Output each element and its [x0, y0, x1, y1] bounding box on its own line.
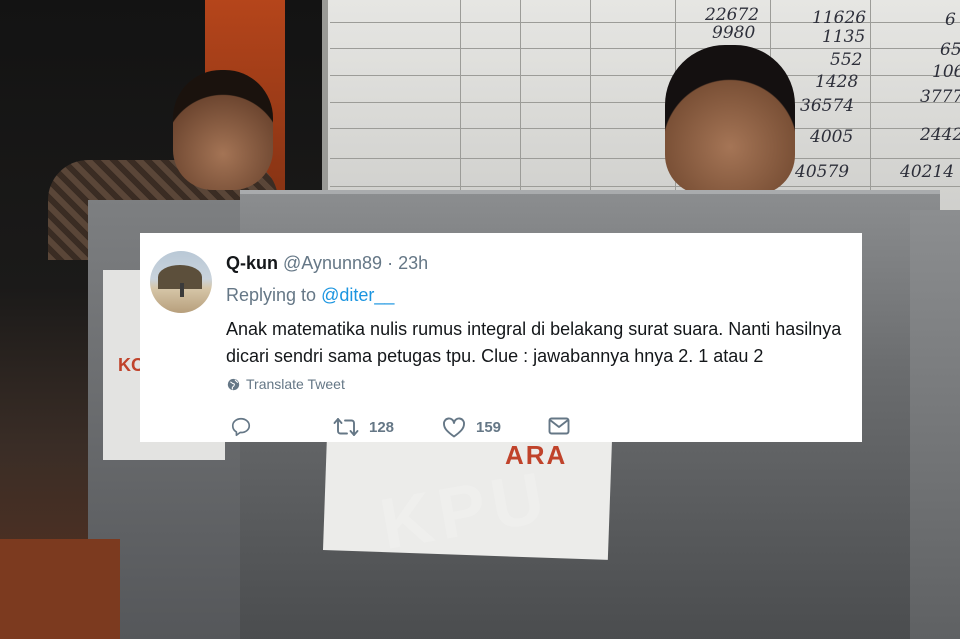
whiteboard-col — [460, 0, 461, 215]
avatar[interactable] — [150, 251, 212, 313]
whiteboard-col — [520, 0, 521, 215]
whiteboard-col — [590, 0, 591, 215]
retweet-button[interactable]: 128 — [333, 416, 394, 438]
head — [173, 70, 273, 190]
board-number: 36574 — [800, 96, 855, 116]
envelope-icon — [548, 417, 570, 435]
board-number: 1428 — [815, 72, 859, 92]
tweet-header: Q-kun @Aynunn89 · 23h — [226, 253, 428, 274]
reply-to-link[interactable]: @diter__ — [321, 285, 394, 305]
translate-label: Translate Tweet — [246, 376, 345, 392]
separator: · — [387, 253, 394, 273]
board-number: 65 — [940, 40, 960, 60]
avatar-figure — [180, 283, 184, 297]
retweet-count: 128 — [369, 418, 395, 436]
board-number: 6 — [945, 10, 956, 30]
direct-message-button[interactable] — [548, 416, 570, 436]
board-number: 106 — [932, 62, 960, 82]
tweet-text: Anak matematika nulis rumus integral di … — [226, 319, 842, 366]
whiteboard-rule — [330, 102, 960, 103]
replying-to: Replying to @diter__ — [226, 285, 394, 306]
board-number: 4005 — [810, 127, 854, 147]
board-number: 552 — [830, 50, 863, 70]
board-number: 22672 — [705, 5, 760, 25]
translate-tweet-link[interactable]: Translate Tweet — [227, 376, 345, 392]
ballot-box-right — [910, 210, 960, 639]
like-button[interactable]: 159 — [442, 416, 501, 438]
reply-button[interactable] — [230, 416, 252, 438]
board-number: 1135 — [822, 27, 866, 47]
reply-prefix: Replying to — [226, 285, 317, 305]
tweet-card: Q-kun @Aynunn89 · 23h Replying to @diter… — [140, 233, 862, 442]
board-number: 40214 — [900, 162, 955, 182]
whiteboard-rule — [330, 158, 960, 159]
board-number: 3777 — [920, 87, 960, 107]
reply-icon — [231, 417, 251, 437]
user-handle[interactable]: @Aynunn89 — [283, 253, 382, 273]
board-number: 2442 — [920, 125, 960, 145]
heart-icon — [443, 417, 465, 438]
retweet-icon — [333, 418, 359, 436]
floor — [0, 539, 120, 639]
whiteboard-rule — [330, 75, 960, 76]
board-number: 9980 — [712, 23, 756, 43]
whiteboard-rule — [330, 128, 960, 129]
whiteboard-rule — [330, 48, 960, 49]
board-number: 11626 — [812, 8, 867, 28]
head — [665, 45, 795, 195]
whiteboard-col — [870, 0, 871, 215]
person-right — [655, 45, 805, 205]
display-name[interactable]: Q-kun — [226, 253, 278, 273]
timestamp[interactable]: 23h — [398, 253, 428, 273]
like-count: 159 — [476, 418, 502, 436]
globe-icon — [227, 378, 240, 390]
whiteboard-rule — [330, 186, 960, 187]
